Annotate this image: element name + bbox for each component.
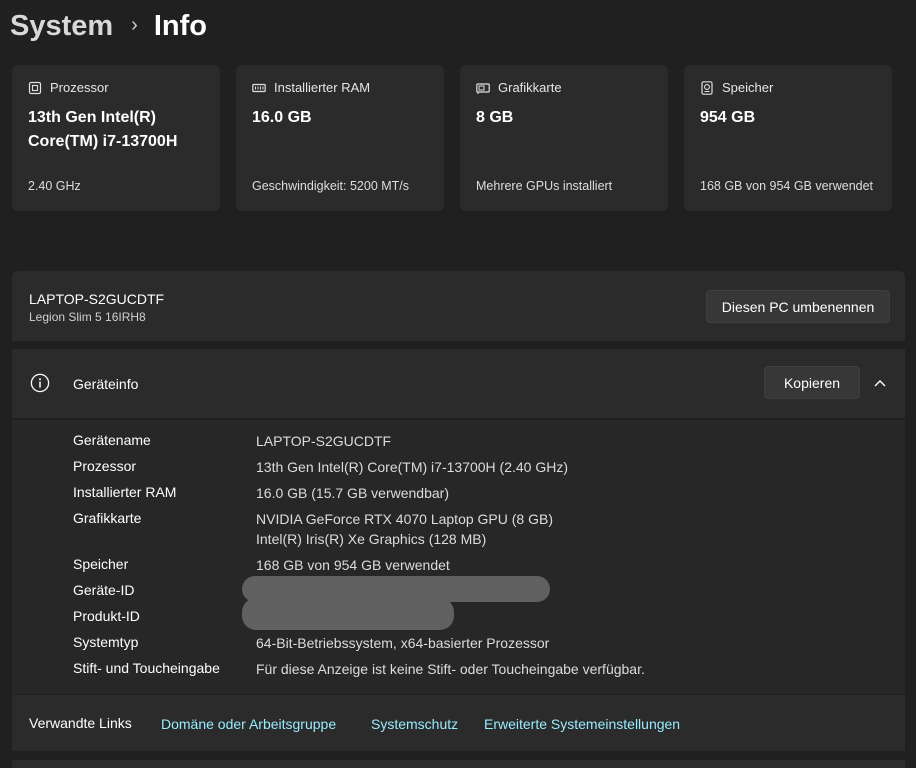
pc-name: LAPTOP-S2GUCDTF: [29, 291, 165, 307]
spec-label-storage: Speicher: [73, 556, 129, 572]
link-domain-workgroup[interactable]: Domäne oder Arbeitsgruppe: [161, 716, 336, 732]
spec-label-device-id: Geräte-ID: [73, 582, 135, 598]
card-value: 13th Gen Intel(R) Core(TM) i7-13700H: [28, 109, 178, 150]
spec-label-system-type: Systemtyp: [73, 634, 139, 650]
related-links-title: Verwandte Links: [29, 715, 132, 731]
spec-value-system-type[interactable]: 64-Bit-Betriebssystem, x64-basierter Pro…: [256, 633, 549, 653]
card-value: 8 GB: [476, 109, 514, 126]
spec-label-device-name: Gerätename: [73, 432, 151, 448]
ram-icon: [252, 81, 266, 95]
breadcrumb: System › Info: [10, 6, 207, 46]
spec-value-device-name[interactable]: LAPTOP-S2GUCDTF: [256, 431, 391, 451]
pc-name-panel: LAPTOP-S2GUCDTF Legion Slim 5 16IRH8 Die…: [12, 271, 905, 341]
card-processor: Prozessor 13th Gen Intel(R) Core(TM) i7-…: [12, 65, 220, 211]
graphics-card-icon: [476, 81, 490, 95]
card-subtext: Geschwindigkeit: 5200 MT/s: [252, 179, 410, 193]
storage-icon: [700, 80, 714, 95]
card-subtext: 168 GB von 954 GB verwendet: [700, 179, 874, 193]
card-title: Prozessor: [50, 80, 109, 95]
link-advanced-settings[interactable]: Erweiterte Systemeinstellungen: [484, 716, 680, 732]
rename-pc-button[interactable]: Diesen PC umbenennen: [706, 290, 890, 323]
device-info-title: Geräteinfo: [73, 376, 139, 392]
spec-label-ram: Installierter RAM: [73, 484, 177, 500]
page-title: Info: [153, 9, 207, 42]
breadcrumb-system[interactable]: System: [10, 10, 113, 43]
card-subtext: Mehrere GPUs installiert: [476, 179, 613, 193]
copy-button[interactable]: Kopieren: [764, 366, 860, 399]
spec-label-pen-touch: Stift- und Toucheingabe: [73, 660, 220, 676]
spec-value-storage[interactable]: 168 GB von 954 GB verwendet: [256, 555, 450, 575]
card-subtext: 2.40 GHz: [28, 179, 81, 193]
device-info-header[interactable]: Geräteinfo Kopieren: [12, 349, 905, 418]
card-value: 16.0 GB: [252, 109, 312, 126]
device-info-body: Gerätename LAPTOP-S2GUCDTF Prozessor 13t…: [12, 420, 905, 694]
next-panel-edge: [12, 760, 905, 768]
link-system-protection[interactable]: Systemschutz: [371, 716, 458, 732]
spec-value-graphics-2[interactable]: Intel(R) Iris(R) Xe Graphics (128 MB): [256, 529, 486, 549]
processor-icon: [28, 81, 42, 95]
spec-value-processor[interactable]: 13th Gen Intel(R) Core(TM) i7-13700H (2.…: [256, 457, 568, 477]
chevron-up-icon[interactable]: [870, 373, 890, 393]
related-links-panel: Verwandte Links Domäne oder Arbeitsgrupp…: [12, 695, 905, 751]
card-title: Speicher: [722, 80, 774, 95]
spec-label-graphics: Grafikkarte: [73, 510, 142, 526]
card-storage: Speicher 954 GB 168 GB von 954 GB verwen…: [684, 65, 892, 211]
card-graphics: Grafikkarte 8 GB Mehrere GPUs installier…: [460, 65, 668, 211]
info-icon: [30, 373, 50, 393]
card-title: Installierter RAM: [274, 80, 371, 95]
card-title: Grafikkarte: [498, 80, 562, 95]
breadcrumb-separator: ›: [131, 13, 138, 36]
spec-value-pen-touch[interactable]: Für diese Anzeige ist keine Stift- oder …: [256, 659, 645, 679]
redaction-mark: [242, 598, 454, 630]
spec-value-graphics[interactable]: NVIDIA GeForce RTX 4070 Laptop GPU (8 GB…: [256, 509, 553, 529]
spec-label-product-id: Produkt-ID: [73, 608, 140, 624]
spec-value-ram[interactable]: 16.0 GB (15.7 GB verwendbar): [256, 483, 449, 503]
card-value: 954 GB: [700, 109, 756, 126]
spec-label-processor: Prozessor: [73, 458, 137, 474]
card-ram: Installierter RAM 16.0 GB Geschwindigkei…: [236, 65, 444, 211]
pc-model: Legion Slim 5 16IRH8: [29, 310, 146, 324]
